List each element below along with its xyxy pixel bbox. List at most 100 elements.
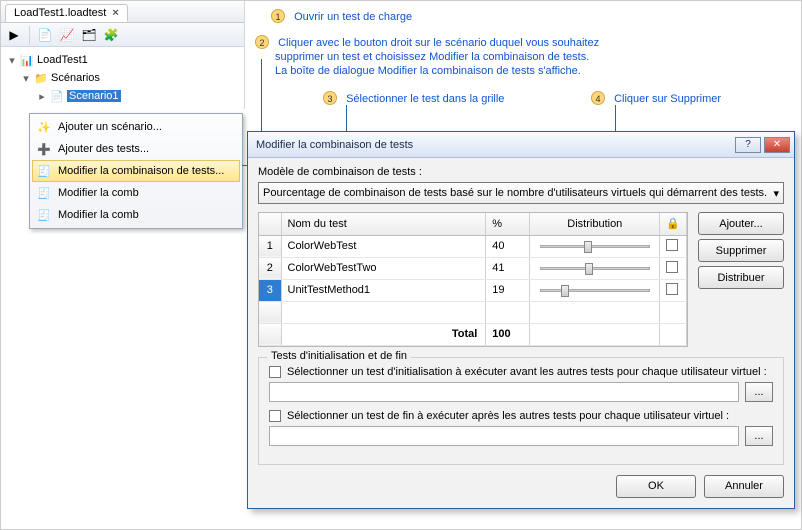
end-test-path-input[interactable]	[269, 426, 739, 446]
ctx-label: Modifier la comb	[58, 187, 139, 199]
tab-title: LoadTest1.loadtest	[14, 7, 106, 19]
slider-track	[540, 245, 650, 248]
tree-scenarios[interactable]: ▾ 📁 Scénarios	[3, 69, 242, 87]
distribute-button[interactable]: Distribuer	[698, 266, 784, 289]
callout-text: supprimer un test et choisissez Modifier…	[275, 50, 589, 64]
loadtest-toolbar: ▶ 📄 📈 🗂 🧩	[1, 23, 244, 47]
grid-empty-row	[259, 301, 687, 323]
grid-header-pct[interactable]: %	[486, 213, 530, 235]
combo-value: Pourcentage de combinaison de tests basé…	[263, 187, 767, 199]
tree-root[interactable]: ▾ 📊 LoadTest1	[3, 51, 242, 69]
ctx-add-tests[interactable]: ➕ Ajouter des tests...	[32, 138, 240, 160]
tree-scenario1[interactable]: ▸ 📄 Scenario1	[3, 87, 242, 105]
lock-icon: 🔒	[666, 218, 680, 230]
expander-icon[interactable]: ▾	[7, 54, 17, 67]
lock-checkbox[interactable]	[666, 283, 678, 295]
row-distribution[interactable]	[530, 279, 660, 301]
grid-row[interactable]: 1ColorWebTest40	[259, 235, 687, 257]
edit-icon: 🧾	[36, 209, 52, 222]
expander-icon[interactable]: ▾	[21, 72, 31, 85]
row-number[interactable]: 3	[259, 279, 281, 301]
lock-checkbox[interactable]	[666, 261, 678, 273]
tab-strip: LoadTest1.loadtest ×	[1, 1, 244, 23]
row-test-name[interactable]: ColorWebTestTwo	[281, 257, 486, 279]
slider-thumb[interactable]	[585, 263, 593, 275]
row-lock[interactable]	[660, 257, 687, 279]
help-button[interactable]: ?	[735, 137, 761, 153]
tree-scenario1-label: Scenario1	[67, 90, 121, 102]
editor-panel: LoadTest1.loadtest × ▶ 📄 📈 🗂 🧩 ▾ 📊 LoadT…	[1, 1, 245, 109]
slider-track	[540, 267, 650, 270]
step-number-icon: 3	[323, 91, 337, 105]
expander-icon[interactable]: ▸	[37, 90, 47, 103]
end-test-checkbox[interactable]	[269, 410, 281, 422]
ctx-add-scenario[interactable]: ✨ Ajouter un scénario...	[32, 116, 240, 138]
grid-row[interactable]: 3UnitTestMethod119	[259, 279, 687, 301]
test-mix-grid[interactable]: Nom du test % Distribution 🔒 1ColorWebTe…	[258, 212, 688, 347]
edit-mix-icon: 🧾	[36, 165, 52, 178]
add-counter-icon[interactable]: 📈	[58, 26, 76, 44]
grid-total-row: Total 100	[259, 323, 687, 345]
slider-thumb[interactable]	[561, 285, 569, 297]
slider-thumb[interactable]	[584, 241, 592, 253]
row-pct[interactable]: 40	[486, 235, 530, 257]
row-test-name[interactable]: ColorWebTest	[281, 235, 486, 257]
step-number-icon: 1	[271, 9, 285, 23]
remove-button[interactable]: Supprimer	[698, 239, 784, 262]
add-button[interactable]: Ajouter...	[698, 212, 784, 235]
end-test-browse-button[interactable]: ...	[745, 426, 773, 446]
row-distribution[interactable]	[530, 235, 660, 257]
row-number[interactable]: 2	[259, 257, 281, 279]
dialog-titlebar[interactable]: Modifier la combinaison de tests ? ✕	[248, 132, 794, 158]
ctx-edit-test-mix[interactable]: 🧾 Modifier la combinaison de tests...	[32, 160, 240, 182]
distribution-slider[interactable]	[540, 284, 650, 296]
edit-test-mix-dialog: Modifier la combinaison de tests ? ✕ Mod…	[247, 131, 795, 509]
init-test-path-input[interactable]	[269, 382, 739, 402]
run-icon[interactable]: ▶	[5, 26, 23, 44]
tree-root-label: LoadTest1	[37, 54, 88, 66]
callout-2: 2 Cliquer avec le bouton droit sur le sc…	[255, 35, 725, 78]
ok-button[interactable]: OK	[616, 475, 696, 498]
row-pct[interactable]: 41	[486, 257, 530, 279]
mix-model-combo[interactable]: Pourcentage de combinaison de tests basé…	[258, 182, 784, 204]
row-number[interactable]: 1	[259, 235, 281, 257]
callout-text: Ouvrir un test de charge	[294, 11, 412, 23]
row-test-name[interactable]: UnitTestMethod1	[281, 279, 486, 301]
grid-header-blank	[259, 213, 281, 235]
add-icon: ➕	[36, 143, 52, 156]
add-scenario-icon[interactable]: 📄	[36, 26, 54, 44]
row-pct[interactable]: 19	[486, 279, 530, 301]
grid-header-lock[interactable]: 🔒	[660, 213, 687, 235]
tree-scenarios-label: Scénarios	[51, 72, 100, 84]
close-button[interactable]: ✕	[764, 137, 790, 153]
grid-header-dist[interactable]: Distribution	[530, 213, 660, 235]
row-lock[interactable]	[660, 279, 687, 301]
distribution-slider[interactable]	[540, 240, 650, 252]
row-lock[interactable]	[660, 235, 687, 257]
init-test-checkbox[interactable]	[269, 366, 281, 378]
document-tab[interactable]: LoadTest1.loadtest ×	[5, 4, 128, 22]
ctx-edit-mix-other1[interactable]: 🧾 Modifier la comb	[32, 182, 240, 204]
callout-text: La boîte de dialogue Modifier la combina…	[275, 64, 581, 78]
close-tab-icon[interactable]: ×	[112, 7, 118, 19]
callout-1: 1 Ouvrir un test de charge	[271, 9, 412, 24]
end-test-label: Sélectionner un test de fin à exécuter a…	[287, 410, 729, 422]
toolbar-separator	[29, 26, 30, 44]
loadtest-icon: 📊	[20, 53, 34, 67]
ctx-edit-mix-other2[interactable]: 🧾 Modifier la comb	[32, 204, 240, 226]
slider-track	[540, 289, 650, 292]
step-number-icon: 2	[255, 35, 269, 49]
init-end-tests-group: Tests d'initialisation et de fin Sélecti…	[258, 357, 784, 465]
grid-header-name[interactable]: Nom du test	[281, 213, 486, 235]
callout-4: 4 Cliquer sur Supprimer	[591, 91, 721, 106]
settings-icon[interactable]: 🧩	[102, 26, 120, 44]
row-distribution[interactable]	[530, 257, 660, 279]
cancel-button[interactable]: Annuler	[704, 475, 784, 498]
init-test-browse-button[interactable]: ...	[745, 382, 773, 402]
grid-row[interactable]: 2ColorWebTestTwo41	[259, 257, 687, 279]
folder-icon: 📁	[34, 71, 48, 85]
lock-checkbox[interactable]	[666, 239, 678, 251]
manage-icon[interactable]: 🗂	[80, 26, 98, 44]
group-title: Tests d'initialisation et de fin	[267, 350, 411, 362]
distribution-slider[interactable]	[540, 262, 650, 274]
